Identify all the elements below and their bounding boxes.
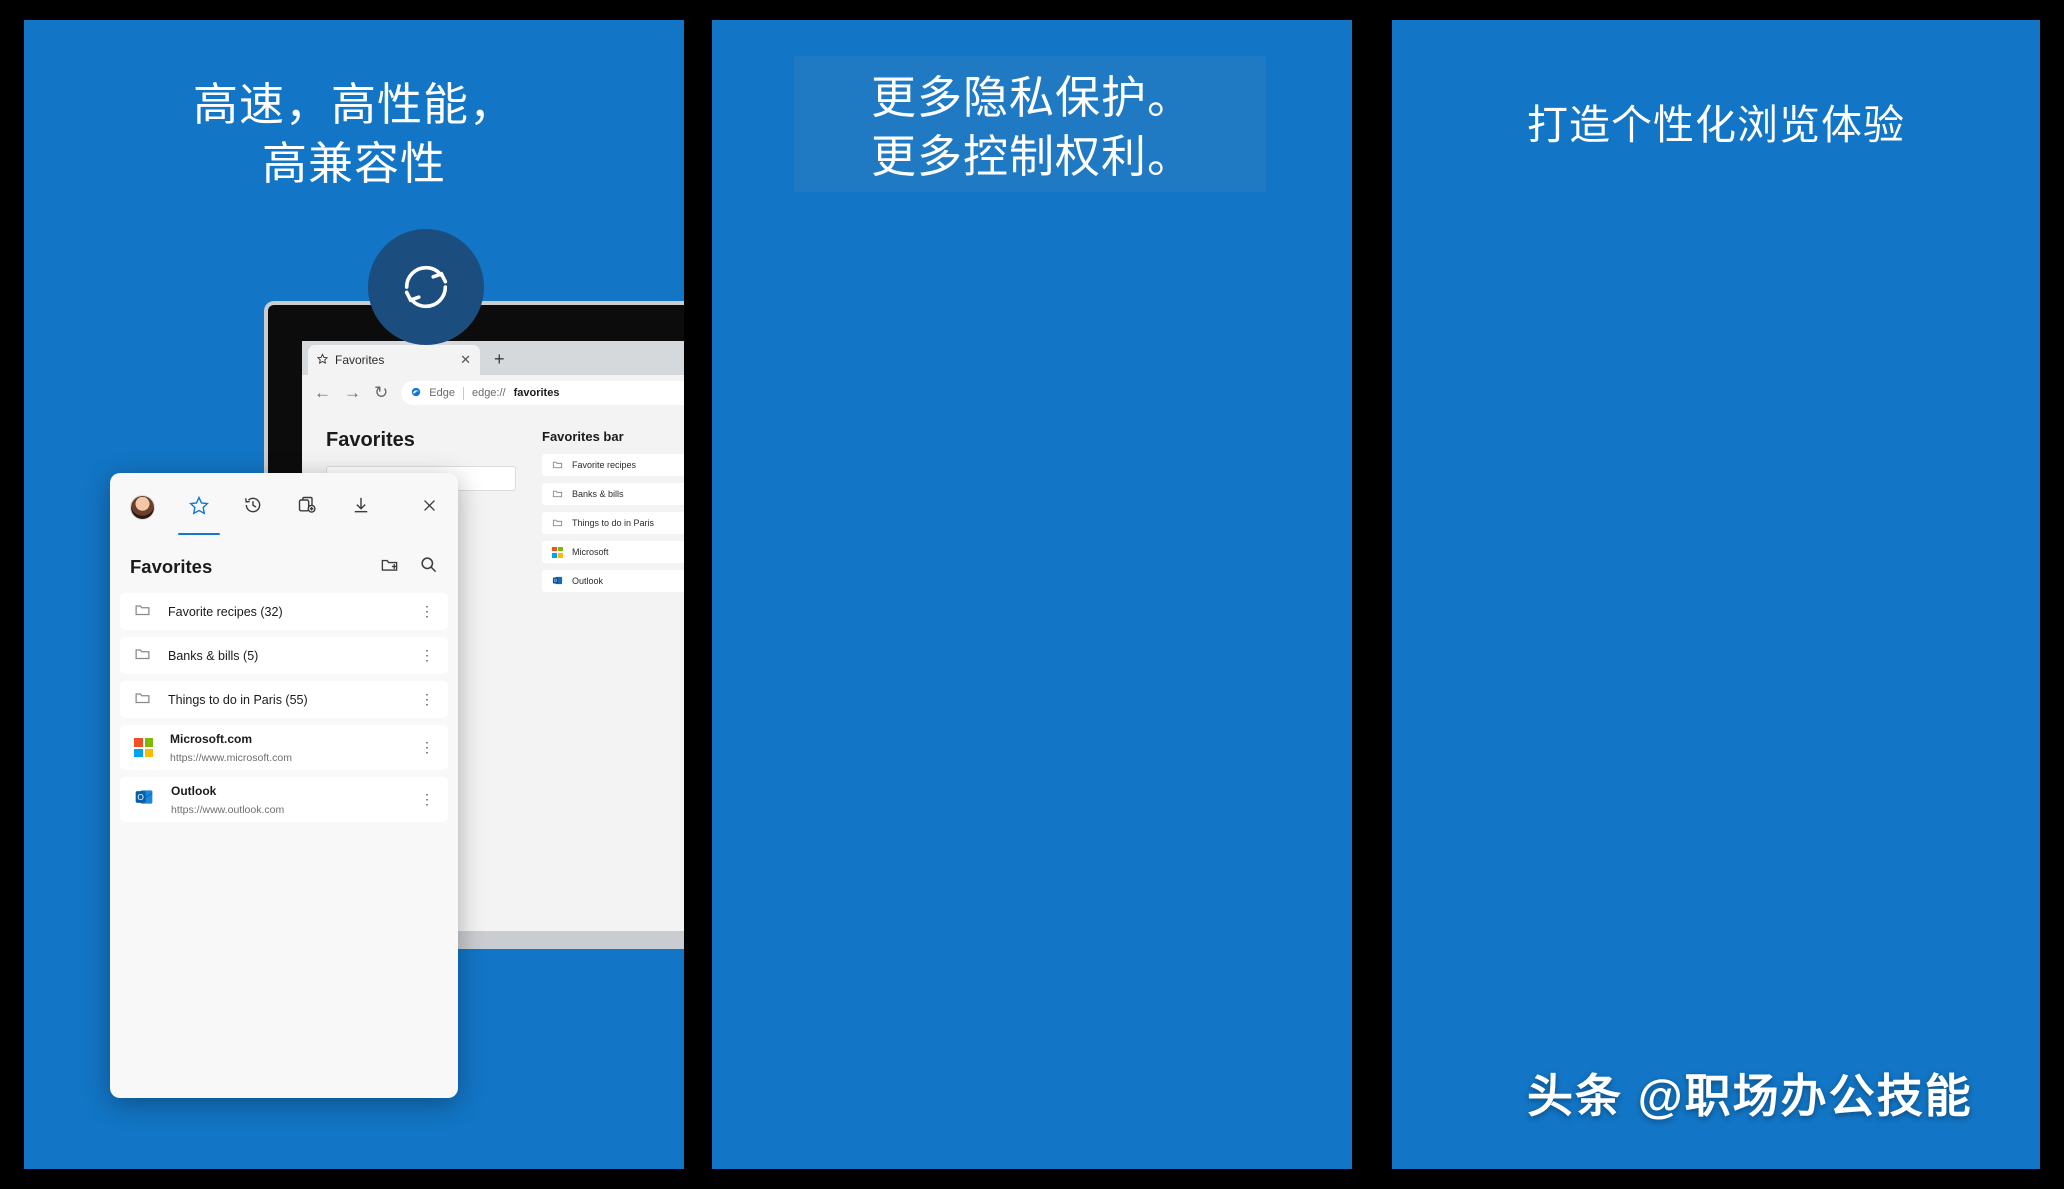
outlook-logo-icon: O [552,575,563,588]
more-options-icon[interactable]: ⋮ [420,692,434,706]
more-options-icon[interactable]: ⋮ [420,648,434,662]
download-icon[interactable] [351,495,371,520]
star-icon [316,353,329,367]
refresh-badge [368,229,484,345]
star-icon[interactable] [189,495,209,520]
list-item[interactable]: O Outlook https://www.outlook.com ⋮ [120,777,448,822]
favorites-bar-label: Outlook [572,576,604,586]
list-item-text: Outlook https://www.outlook.com [171,782,284,818]
more-options-icon[interactable]: ⋮ [420,604,434,618]
panel1-headline: 高速，高性能， 高兼容性 [192,79,515,190]
panel3-headline: 打造个性化浏览体验 [1527,102,1905,148]
favorites-bar-label: Microsoft [572,547,609,557]
collections-icon[interactable] [297,495,317,520]
favorites-bar-label: Banks & bills [572,489,624,499]
back-icon[interactable]: ← [314,383,331,403]
address-bar[interactable]: Edge edge:// favorites [401,381,684,405]
folder-icon [134,645,151,667]
reload-icon[interactable]: ↻ [374,383,388,403]
folder-icon [134,689,151,711]
page-title: Favorites [326,429,415,451]
panel2-headline: 更多隐私保护。 更多控制权利。 [870,72,1193,183]
favorites-bar-section: Favorites bar Favorite recipes Banks & b… [542,429,684,599]
list-item-url: https://www.outlook.com [171,803,285,816]
favorites-bar-label: Things to do in Paris [572,518,655,528]
list-item-url: https://www.microsoft.com [170,751,292,764]
list-item-label: Microsoft.com [170,731,253,746]
list-item-label: Banks & bills (5) [168,648,259,663]
favorites-bar-row[interactable]: Favorite recipes [542,454,684,476]
refresh-icon [397,258,455,316]
new-tab-button[interactable]: + [494,349,505,370]
more-options-icon[interactable]: ⋮ [420,740,434,754]
svg-text:O: O [554,577,557,582]
address-bar-brand: Edge [429,387,455,399]
more-options-icon[interactable]: ⋮ [420,792,434,806]
folder-icon [134,601,151,623]
address-bar-path: favorites [513,387,560,399]
flyout-title: Favorites [130,556,213,577]
list-item-text: Microsoft.com https://www.microsoft.com [170,730,292,766]
watermark: 头条 @职场办公技能 [1527,1070,1973,1122]
list-item[interactable]: Microsoft.com https://www.microsoft.com … [120,725,448,770]
folder-icon [552,459,563,472]
flyout-actions [380,555,438,579]
favorites-bar-row[interactable]: Microsoft [542,541,684,563]
favorites-bar-label: Favorite recipes [572,460,637,470]
favorites-flyout: Favorites Favorite recipes (32) ⋮ Banks … [110,473,458,1098]
promo-panel-personalize: 打造个性化浏览体验 [1392,20,2040,1169]
flyout-tabbar [110,473,458,541]
search-icon[interactable] [419,555,438,579]
history-icon[interactable] [243,495,263,520]
avatar-icon[interactable] [130,494,155,520]
address-bar-prefix: edge:// [471,387,506,399]
favorites-bar-title: Favorites bar [542,429,624,444]
promo-panel-privacy: 更多隐私保护。更多控制权利。 Tracking prevention Track… [712,20,1352,1169]
list-item[interactable]: Favorite recipes (32) ⋮ [120,593,448,630]
svg-text:O: O [137,792,144,802]
forward-icon[interactable]: → [344,383,361,403]
browser-tabstrip: Favorites ✕ + [302,341,684,375]
close-icon[interactable] [421,497,438,519]
list-item-label: Outlook [171,783,217,798]
address-bar-divider [462,386,464,400]
list-item[interactable]: Banks & bills (5) ⋮ [120,637,448,674]
microsoft-logo-icon [552,546,563,558]
active-tab-underline [178,532,220,535]
browser-tab[interactable]: Favorites ✕ [308,345,480,375]
list-item-label: Things to do in Paris (55) [168,692,308,707]
favorites-bar-row[interactable]: Banks & bills [542,483,684,505]
outlook-logo-icon: O [134,787,154,812]
browser-tab-label: Favorites [335,353,385,367]
folder-icon [552,517,563,530]
close-icon[interactable]: ✕ [460,352,471,368]
list-item[interactable]: Things to do in Paris (55) ⋮ [120,681,448,718]
favorites-bar-row[interactable]: O Outlook [542,570,684,592]
folder-icon [552,488,563,501]
add-folder-icon[interactable] [380,555,399,579]
promo-panel-performance: 高速，高性能， 高兼容性 Favorites ✕ + ← → ↻ Edge ed… [24,20,684,1169]
screenshot-stage: 高速，高性能， 高兼容性 Favorites ✕ + ← → ↻ Edge ed… [0,0,2064,1189]
favorites-bar-row[interactable]: Things to do in Paris [542,512,684,534]
edge-logo-icon [411,387,421,400]
microsoft-logo-icon [134,738,153,757]
browser-toolbar: ← → ↻ Edge edge:// favorites [302,375,684,411]
flyout-header: Favorites [110,541,458,593]
list-item-label: Favorite recipes (32) [168,604,283,619]
